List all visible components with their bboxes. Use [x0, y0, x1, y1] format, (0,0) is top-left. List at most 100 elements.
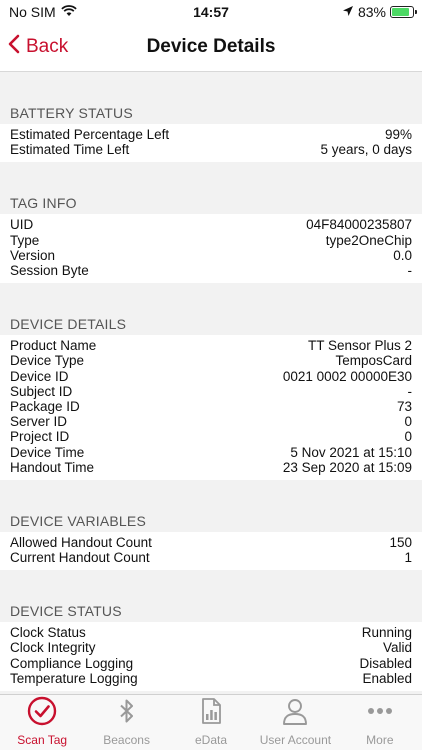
section-battery-status: BATTERY STATUS Estimated Percentage Left 9… — [0, 72, 422, 163]
tab-scan-tag[interactable]: Scan Tag — [0, 695, 84, 750]
detail-label: Estimated Time Left — [10, 142, 130, 158]
detail-value: 0.0 — [393, 247, 412, 263]
detail-value: 5 years, 0 days — [320, 142, 412, 158]
tab-label: Beacons — [103, 733, 150, 747]
detail-row: Current Handout Count 1 — [10, 550, 412, 565]
detail-row: Project ID 0 — [10, 429, 412, 444]
detail-label: Subject ID — [10, 383, 73, 399]
section-header: DEVICE DETAILS — [10, 316, 127, 333]
detail-value: 04F84000235807 — [306, 217, 412, 233]
tab-bar: Scan Tag Beacons eData User Account More — [0, 694, 422, 750]
detail-value: 23 Sep 2020 at 15:09 — [282, 459, 412, 475]
battery-level-fill — [392, 8, 409, 16]
detail-value: Valid — [382, 640, 412, 656]
section-body: Allowed Handout Count 150 Current Handout … — [0, 531, 422, 571]
tab-beacons[interactable]: Beacons — [84, 695, 168, 750]
tab-label: eData — [195, 733, 228, 747]
status-bar: No SIM 14:57 83% — [0, 0, 422, 24]
tab-label: More — [366, 733, 394, 747]
section-body: Clock Status Running Clock Integrity Valid C… — [0, 622, 422, 691]
battery-icon — [390, 6, 417, 18]
location-arrow-icon — [342, 4, 354, 20]
detail-value: 73 — [396, 398, 412, 414]
detail-label: Device Time — [10, 444, 85, 460]
tab-more[interactable]: More — [338, 695, 422, 750]
detail-label: Type — [10, 232, 40, 248]
detail-label: Device ID — [10, 368, 69, 384]
detail-value: TT Sensor Plus 2 — [307, 338, 412, 354]
detail-label: Package ID — [10, 398, 80, 414]
status-right: 83% — [342, 4, 417, 20]
detail-label: UID — [10, 217, 34, 233]
detail-label: Project ID — [10, 429, 70, 445]
detail-row: Clock Integrity Valid — [10, 640, 412, 655]
detail-row: Product Name TT Sensor Plus 2 — [10, 338, 412, 353]
tab-label: Scan Tag — [17, 733, 68, 747]
person-icon — [280, 696, 310, 733]
section-body: Product Name TT Sensor Plus 2 Device Type T… — [0, 335, 422, 480]
detail-label: Temperature Logging — [10, 670, 138, 686]
detail-row: Device Type TemposCard — [10, 353, 412, 368]
detail-row: Handout Time 23 Sep 2020 at 15:09 — [10, 460, 412, 475]
section-body: Estimated Percentage Left 99% Estimated Ti… — [0, 124, 422, 163]
detail-row: Package ID 73 — [10, 399, 412, 414]
section-body: UID 04F84000235807 Type type2OneChip Version… — [0, 214, 422, 284]
detail-label: Estimated Percentage Left — [10, 127, 170, 143]
detail-row: Clock Status Running — [10, 625, 412, 640]
tab-label: User Account — [259, 733, 332, 747]
detail-value: 150 — [389, 534, 412, 550]
detail-value: 0 — [404, 414, 412, 430]
detail-value: 0021 0002 00000E30 — [282, 368, 412, 384]
detail-row: Session Byte - — [10, 263, 412, 278]
navigation-bar: Back Device Details — [0, 24, 422, 72]
detail-row: Compliance Logging Disabled — [10, 656, 412, 671]
detail-row: Allowed Handout Count 150 — [10, 535, 412, 550]
detail-label: Allowed Handout Count — [10, 534, 152, 550]
detail-row: Subject ID - — [10, 384, 412, 399]
detail-row: Device Time 5 Nov 2021 at 15:10 — [10, 444, 412, 460]
section-header: DEVICE STATUS — [10, 603, 122, 620]
detail-value: Enabled — [362, 670, 412, 686]
detail-label: Clock Integrity — [10, 640, 96, 656]
detail-label: Handout Time — [10, 459, 95, 475]
detail-label: Server ID — [10, 414, 68, 430]
detail-label: Compliance Logging — [10, 655, 134, 671]
details-list[interactable]: BATTERY STATUS Estimated Percentage Left 9… — [0, 72, 422, 694]
section-header: TAG INFO — [10, 195, 77, 212]
detail-value: - — [407, 263, 413, 279]
detail-row: Estimated Percentage Left 99% — [10, 127, 412, 142]
detail-row: Type type2OneChip — [10, 233, 412, 248]
detail-row: Version 0.0 — [10, 248, 412, 263]
detail-row: Device ID 0021 0002 00000E30 — [10, 369, 412, 384]
detail-row: Temperature Logging Enabled — [10, 671, 412, 686]
tab-user-account[interactable]: User Account — [253, 695, 337, 750]
check-circle-icon — [27, 696, 57, 733]
detail-value: 0 — [404, 429, 412, 445]
detail-value: Disabled — [359, 655, 412, 671]
detail-label: Product Name — [10, 338, 97, 354]
tab-edata[interactable]: eData — [169, 695, 253, 750]
section-device-status: DEVICE STATUS Clock Status Running Clock In… — [0, 570, 422, 691]
bluetooth-icon — [112, 696, 142, 733]
detail-label: Clock Status — [10, 625, 86, 641]
battery-percent: 83% — [357, 4, 386, 20]
detail-label: Version — [10, 247, 56, 263]
document-chart-icon — [196, 696, 226, 733]
section-header: BATTERY STATUS — [10, 105, 133, 121]
detail-value: 1 — [404, 550, 412, 566]
detail-value: - — [407, 383, 413, 399]
detail-label: Current Handout Count — [10, 550, 150, 566]
detail-label: Device Type — [10, 353, 85, 369]
section-device-variables: DEVICE VARIABLES Allowed Handout Count 150… — [0, 480, 422, 571]
detail-row: Server ID 0 — [10, 414, 412, 429]
section-header: DEVICE VARIABLES — [10, 512, 146, 529]
section-tag-info: TAG INFO UID 04F84000235807 Type type2OneChi… — [0, 162, 422, 284]
page-title: Device Details — [146, 36, 276, 57]
section-device-details: DEVICE DETAILS Product Name TT Sensor Plus… — [0, 283, 422, 480]
more-dots-icon — [365, 696, 395, 733]
detail-label: Session Byte — [10, 263, 89, 279]
detail-value: 5 Nov 2021 at 15:10 — [290, 444, 412, 460]
detail-value: 99% — [384, 127, 412, 143]
detail-value: Running — [361, 625, 412, 641]
detail-row: Estimated Time Left 5 years, 0 days — [10, 142, 412, 157]
